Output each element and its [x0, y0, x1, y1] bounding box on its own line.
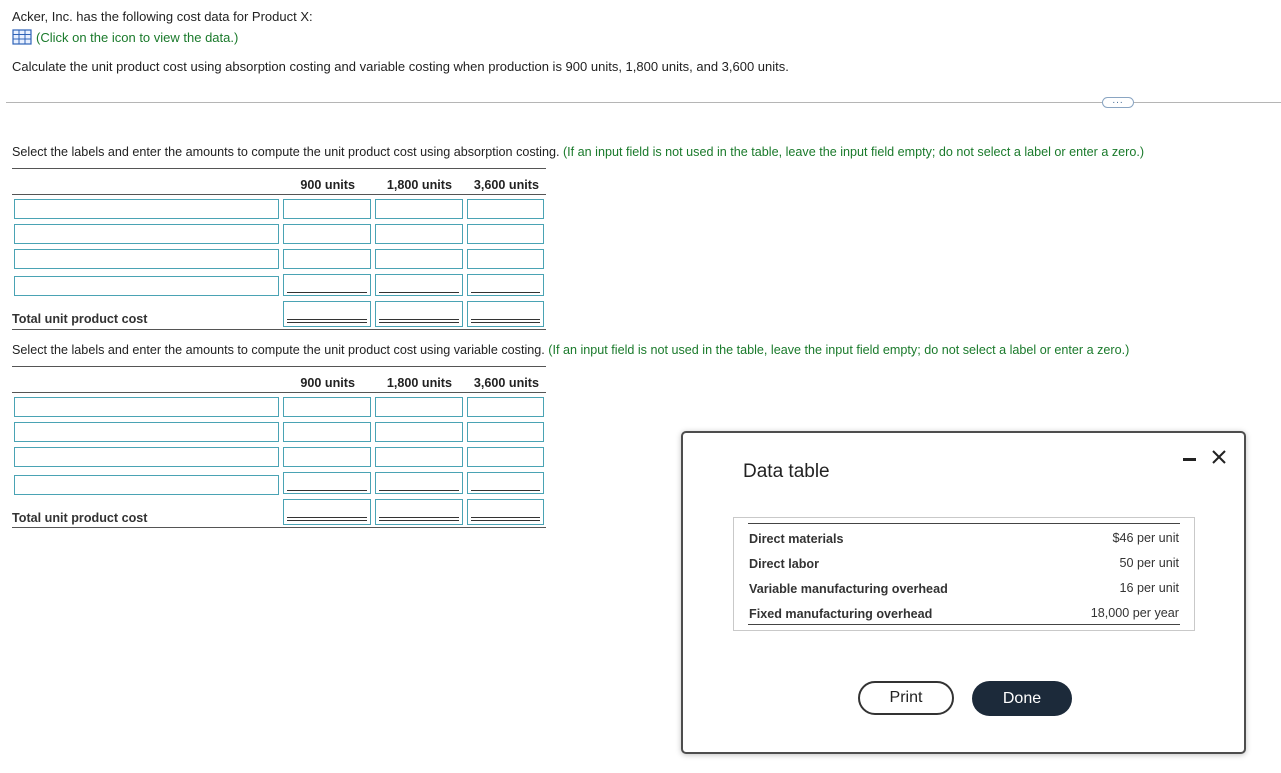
minimize-icon[interactable]	[1180, 448, 1200, 468]
variable-label-select-4[interactable]	[14, 475, 279, 495]
variable-amount-3-900[interactable]	[283, 447, 371, 467]
view-data-link[interactable]: (Click on the icon to view the data.)	[12, 29, 238, 45]
absorption-col-3600: 3,600 units	[473, 178, 539, 192]
variable-amount-2-3600[interactable]	[467, 422, 544, 442]
data-row-label: Direct materials	[749, 532, 844, 546]
absorption-amount-1-900[interactable]	[283, 199, 371, 219]
absorption-amount-4-3600[interactable]	[467, 274, 544, 296]
absorption-amount-1-3600[interactable]	[467, 199, 544, 219]
variable-amount-4-1800[interactable]	[375, 472, 463, 494]
variable-header-rule	[12, 392, 546, 393]
variable-label-select-2[interactable]	[14, 422, 279, 442]
absorption-label-select-4[interactable]	[14, 276, 279, 296]
variable-col-1800: 1,800 units	[386, 376, 452, 390]
data-row-label: Direct labor	[749, 557, 819, 571]
data-table-top-rule	[748, 523, 1180, 524]
question-intro: Acker, Inc. has the following cost data …	[12, 9, 313, 24]
variable-total-3600[interactable]	[467, 499, 544, 525]
data-row-label: Variable manufacturing overhead	[749, 582, 948, 596]
print-button[interactable]: Print	[858, 681, 954, 715]
absorption-amount-3-1800[interactable]	[375, 249, 463, 269]
absorption-header-rule	[12, 194, 546, 195]
data-row-value: 50 per unit	[1119, 556, 1179, 570]
absorption-label-select-2[interactable]	[14, 224, 279, 244]
variable-total-900[interactable]	[283, 499, 371, 525]
absorption-total-label: Total unit product cost	[12, 312, 148, 326]
variable-amount-1-900[interactable]	[283, 397, 371, 417]
variable-instruction: Select the labels and enter the amounts …	[12, 343, 1129, 357]
absorption-total-900[interactable]	[283, 301, 371, 327]
variable-label-select-1[interactable]	[14, 397, 279, 417]
variable-total-1800[interactable]	[375, 499, 463, 525]
variable-amount-1-1800[interactable]	[375, 397, 463, 417]
variable-col-3600: 3,600 units	[473, 376, 539, 390]
data-row-value: 18,000 per year	[1090, 606, 1179, 620]
absorption-amount-2-3600[interactable]	[467, 224, 544, 244]
absorption-amount-4-1800[interactable]	[375, 274, 463, 296]
absorption-instruction-text: Select the labels and enter the amounts …	[12, 145, 560, 159]
variable-amount-3-3600[interactable]	[467, 447, 544, 467]
absorption-col-1800: 1,800 units	[386, 178, 452, 192]
data-table-bottom-rule	[748, 624, 1180, 625]
absorption-amount-2-1800[interactable]	[375, 224, 463, 244]
variable-label-select-3[interactable]	[14, 447, 279, 467]
dialog-title: Data table	[743, 461, 830, 482]
view-data-link-text[interactable]: (Click on the icon to view the data.)	[36, 30, 238, 45]
section-divider	[6, 102, 1281, 103]
absorption-label-select-3[interactable]	[14, 249, 279, 269]
variable-amount-2-1800[interactable]	[375, 422, 463, 442]
absorption-amount-3-3600[interactable]	[467, 249, 544, 269]
absorption-amount-2-900[interactable]	[283, 224, 371, 244]
absorption-amount-3-900[interactable]	[283, 249, 371, 269]
variable-total-label: Total unit product cost	[12, 511, 148, 525]
close-icon[interactable]	[1208, 446, 1230, 468]
data-row-value: 16 per unit	[1119, 581, 1179, 595]
more-button[interactable]: ...	[1102, 96, 1134, 108]
variable-amount-2-900[interactable]	[283, 422, 371, 442]
variable-amount-4-3600[interactable]	[467, 472, 544, 494]
absorption-total-3600[interactable]	[467, 301, 544, 327]
data-table-dialog: Data table Direct materials $46 per unit…	[681, 431, 1246, 754]
variable-instruction-text: Select the labels and enter the amounts …	[12, 343, 545, 357]
absorption-table-top-rule	[12, 168, 546, 169]
absorption-col-900: 900 units	[300, 178, 355, 192]
variable-amount-4-900[interactable]	[283, 472, 371, 494]
absorption-instruction: Select the labels and enter the amounts …	[12, 145, 1144, 159]
done-button[interactable]: Done	[972, 681, 1072, 716]
data-row-value: $46 per unit	[1112, 531, 1179, 545]
variable-amount-3-1800[interactable]	[375, 447, 463, 467]
data-table-icon[interactable]	[12, 29, 32, 45]
absorption-total-1800[interactable]	[375, 301, 463, 327]
absorption-table-bottom-rule	[12, 329, 546, 330]
cost-data-table: Direct materials $46 per unit Direct lab…	[733, 517, 1195, 631]
absorption-note: (If an input field is not used in the ta…	[562, 145, 1145, 159]
variable-note: (If an input field is not used in the ta…	[548, 343, 1130, 357]
data-row-label: Fixed manufacturing overhead	[749, 607, 933, 621]
absorption-amount-1-1800[interactable]	[375, 199, 463, 219]
question-task: Calculate the unit product cost using ab…	[12, 59, 789, 74]
variable-amount-1-3600[interactable]	[467, 397, 544, 417]
absorption-amount-4-900[interactable]	[283, 274, 371, 296]
variable-table-bottom-rule	[12, 527, 546, 528]
variable-col-900: 900 units	[300, 376, 355, 390]
variable-table-top-rule	[12, 366, 546, 367]
absorption-label-select-1[interactable]	[14, 199, 279, 219]
